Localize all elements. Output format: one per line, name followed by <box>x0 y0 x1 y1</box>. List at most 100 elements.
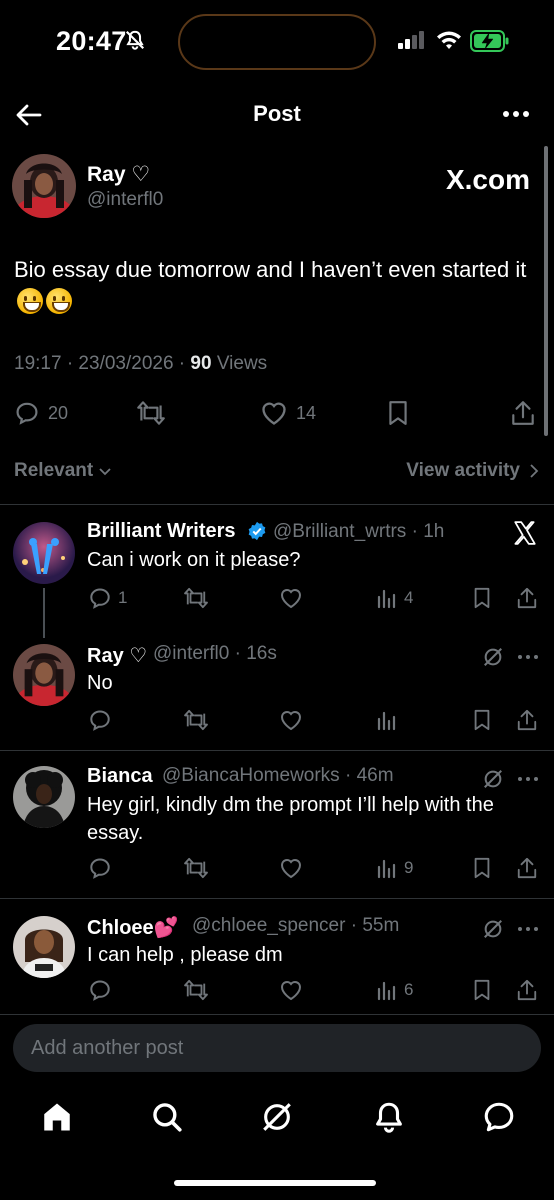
bookmark-button[interactable] <box>472 979 492 1001</box>
reply-handle[interactable]: @interfl0 · 16s <box>153 643 277 665</box>
views-count: 4 <box>404 588 414 607</box>
repost-button[interactable] <box>182 979 210 1001</box>
views-count: 90 <box>190 353 212 374</box>
bookmark-button[interactable] <box>386 400 410 426</box>
post-actions: 20 14 <box>0 396 554 430</box>
top-nav-bar: Post <box>0 90 554 140</box>
repost-button[interactable] <box>135 400 167 426</box>
like-button[interactable] <box>279 587 303 609</box>
view-activity-label: View activity <box>406 460 520 481</box>
views-button[interactable]: 6 <box>376 979 413 1001</box>
grok-icon[interactable] <box>482 768 504 790</box>
post-timestamp: 19:17 · 23/03/2026 · <box>14 353 191 374</box>
sort-label: Relevant <box>14 460 94 481</box>
grok-tab-icon[interactable] <box>260 1100 294 1134</box>
views-count: 6 <box>404 980 414 999</box>
reply-count: 20 <box>48 402 69 423</box>
dynamic-island <box>178 14 376 70</box>
post-body: Bio essay due tomorrow and I haven’t eve… <box>14 257 527 282</box>
like-button[interactable] <box>279 709 303 731</box>
author-avatar[interactable] <box>12 154 76 218</box>
repost-icon <box>137 401 165 425</box>
reply-button[interactable] <box>88 856 118 880</box>
post-text: Bio essay due tomorrow and I haven’t eve… <box>14 254 534 318</box>
silent-bell-icon <box>124 29 146 51</box>
reply-avatar[interactable] <box>13 916 75 978</box>
page-title: Post <box>253 101 301 126</box>
divider <box>0 1014 554 1015</box>
like-count: 14 <box>296 402 317 423</box>
bookmark-icon <box>389 401 407 425</box>
reply-filter-row: Relevant View activity <box>14 458 540 484</box>
more-options-icon[interactable] <box>517 774 539 784</box>
messages-tab-icon[interactable] <box>482 1100 516 1134</box>
share-button[interactable] <box>510 399 536 427</box>
repost-button[interactable] <box>182 587 210 609</box>
reply-handle[interactable]: @chloee_spencer · 55m <box>192 915 399 937</box>
thread-connector <box>43 588 45 638</box>
share-button[interactable] <box>516 978 538 1002</box>
like-button[interactable]: 14 <box>260 400 316 426</box>
reply-text: I can help , please dm <box>87 944 283 966</box>
reply-composer[interactable]: Add another post <box>13 1024 541 1072</box>
more-options-icon[interactable] <box>502 104 530 124</box>
divider <box>0 504 554 505</box>
x-logo-icon <box>512 520 538 546</box>
more-options-icon[interactable] <box>517 652 539 662</box>
reply-avatar[interactable] <box>13 766 75 828</box>
reply-button[interactable]: 20 <box>14 400 68 426</box>
reply-count: 1 <box>118 588 128 607</box>
grinning-emoji-icon <box>17 288 43 314</box>
grok-icon[interactable] <box>482 646 504 668</box>
reply-avatar[interactable] <box>13 644 75 706</box>
views-count: 9 <box>404 858 414 877</box>
reply-text: Can i work on it please? <box>87 549 301 571</box>
author-handle[interactable]: @interfl0 <box>87 189 163 211</box>
composer-placeholder: Add another post <box>31 1037 184 1059</box>
views-button[interactable]: 4 <box>376 587 413 609</box>
home-indicator <box>174 1180 376 1186</box>
author-name[interactable]: Ray ♡ <box>87 162 150 187</box>
bookmark-button[interactable] <box>472 587 492 609</box>
reply-author-name[interactable]: Brilliant Writers <box>87 520 236 543</box>
like-button[interactable] <box>279 979 303 1001</box>
views-button[interactable] <box>376 709 404 731</box>
like-button[interactable] <box>279 857 303 879</box>
share-button[interactable] <box>516 708 538 732</box>
share-button[interactable] <box>516 856 538 880</box>
chevron-down-icon <box>99 468 111 476</box>
bookmark-button[interactable] <box>472 857 492 879</box>
repost-button[interactable] <box>182 709 210 731</box>
reply-text: No <box>87 672 113 694</box>
reply-icon <box>16 402 38 425</box>
more-options-icon[interactable] <box>517 924 539 934</box>
x-com-badge: X.com <box>445 164 530 195</box>
grok-icon[interactable] <box>482 918 504 940</box>
notifications-tab-icon[interactable] <box>372 1100 406 1134</box>
views-button[interactable]: 9 <box>376 857 413 879</box>
status-time: 20:47 <box>56 26 127 56</box>
sort-dropdown[interactable]: Relevant <box>14 460 113 482</box>
reply-text: Hey girl, kindly dm the prompt I’ll help… <box>87 794 494 844</box>
scrollbar[interactable] <box>544 146 548 436</box>
repost-button[interactable] <box>182 857 210 879</box>
home-tab-icon[interactable] <box>40 1100 74 1134</box>
status-bar: 20:47 <box>0 0 554 84</box>
reply-author-name[interactable]: Chloee💕 <box>87 915 179 940</box>
reply-handle[interactable]: @BiancaHomeworks · 46m <box>162 765 394 787</box>
share-icon <box>512 401 534 425</box>
reply-avatar[interactable] <box>13 522 75 584</box>
grinning-emoji-icon <box>46 288 72 314</box>
search-tab-icon[interactable] <box>150 1100 184 1134</box>
reply-button[interactable]: 1 <box>88 586 127 610</box>
reply-author-name[interactable]: Ray ♡ <box>87 643 147 668</box>
reply-button[interactable] <box>88 978 118 1002</box>
divider <box>0 750 554 751</box>
reply-handle[interactable]: @Brilliant_wrtrs · 1h <box>273 521 444 543</box>
bookmark-button[interactable] <box>472 709 492 731</box>
share-button[interactable] <box>516 586 538 610</box>
reply-author-name[interactable]: Bianca <box>87 765 153 788</box>
divider <box>0 898 554 899</box>
reply-button[interactable] <box>88 708 118 732</box>
view-activity-link[interactable]: View activity <box>406 460 540 482</box>
